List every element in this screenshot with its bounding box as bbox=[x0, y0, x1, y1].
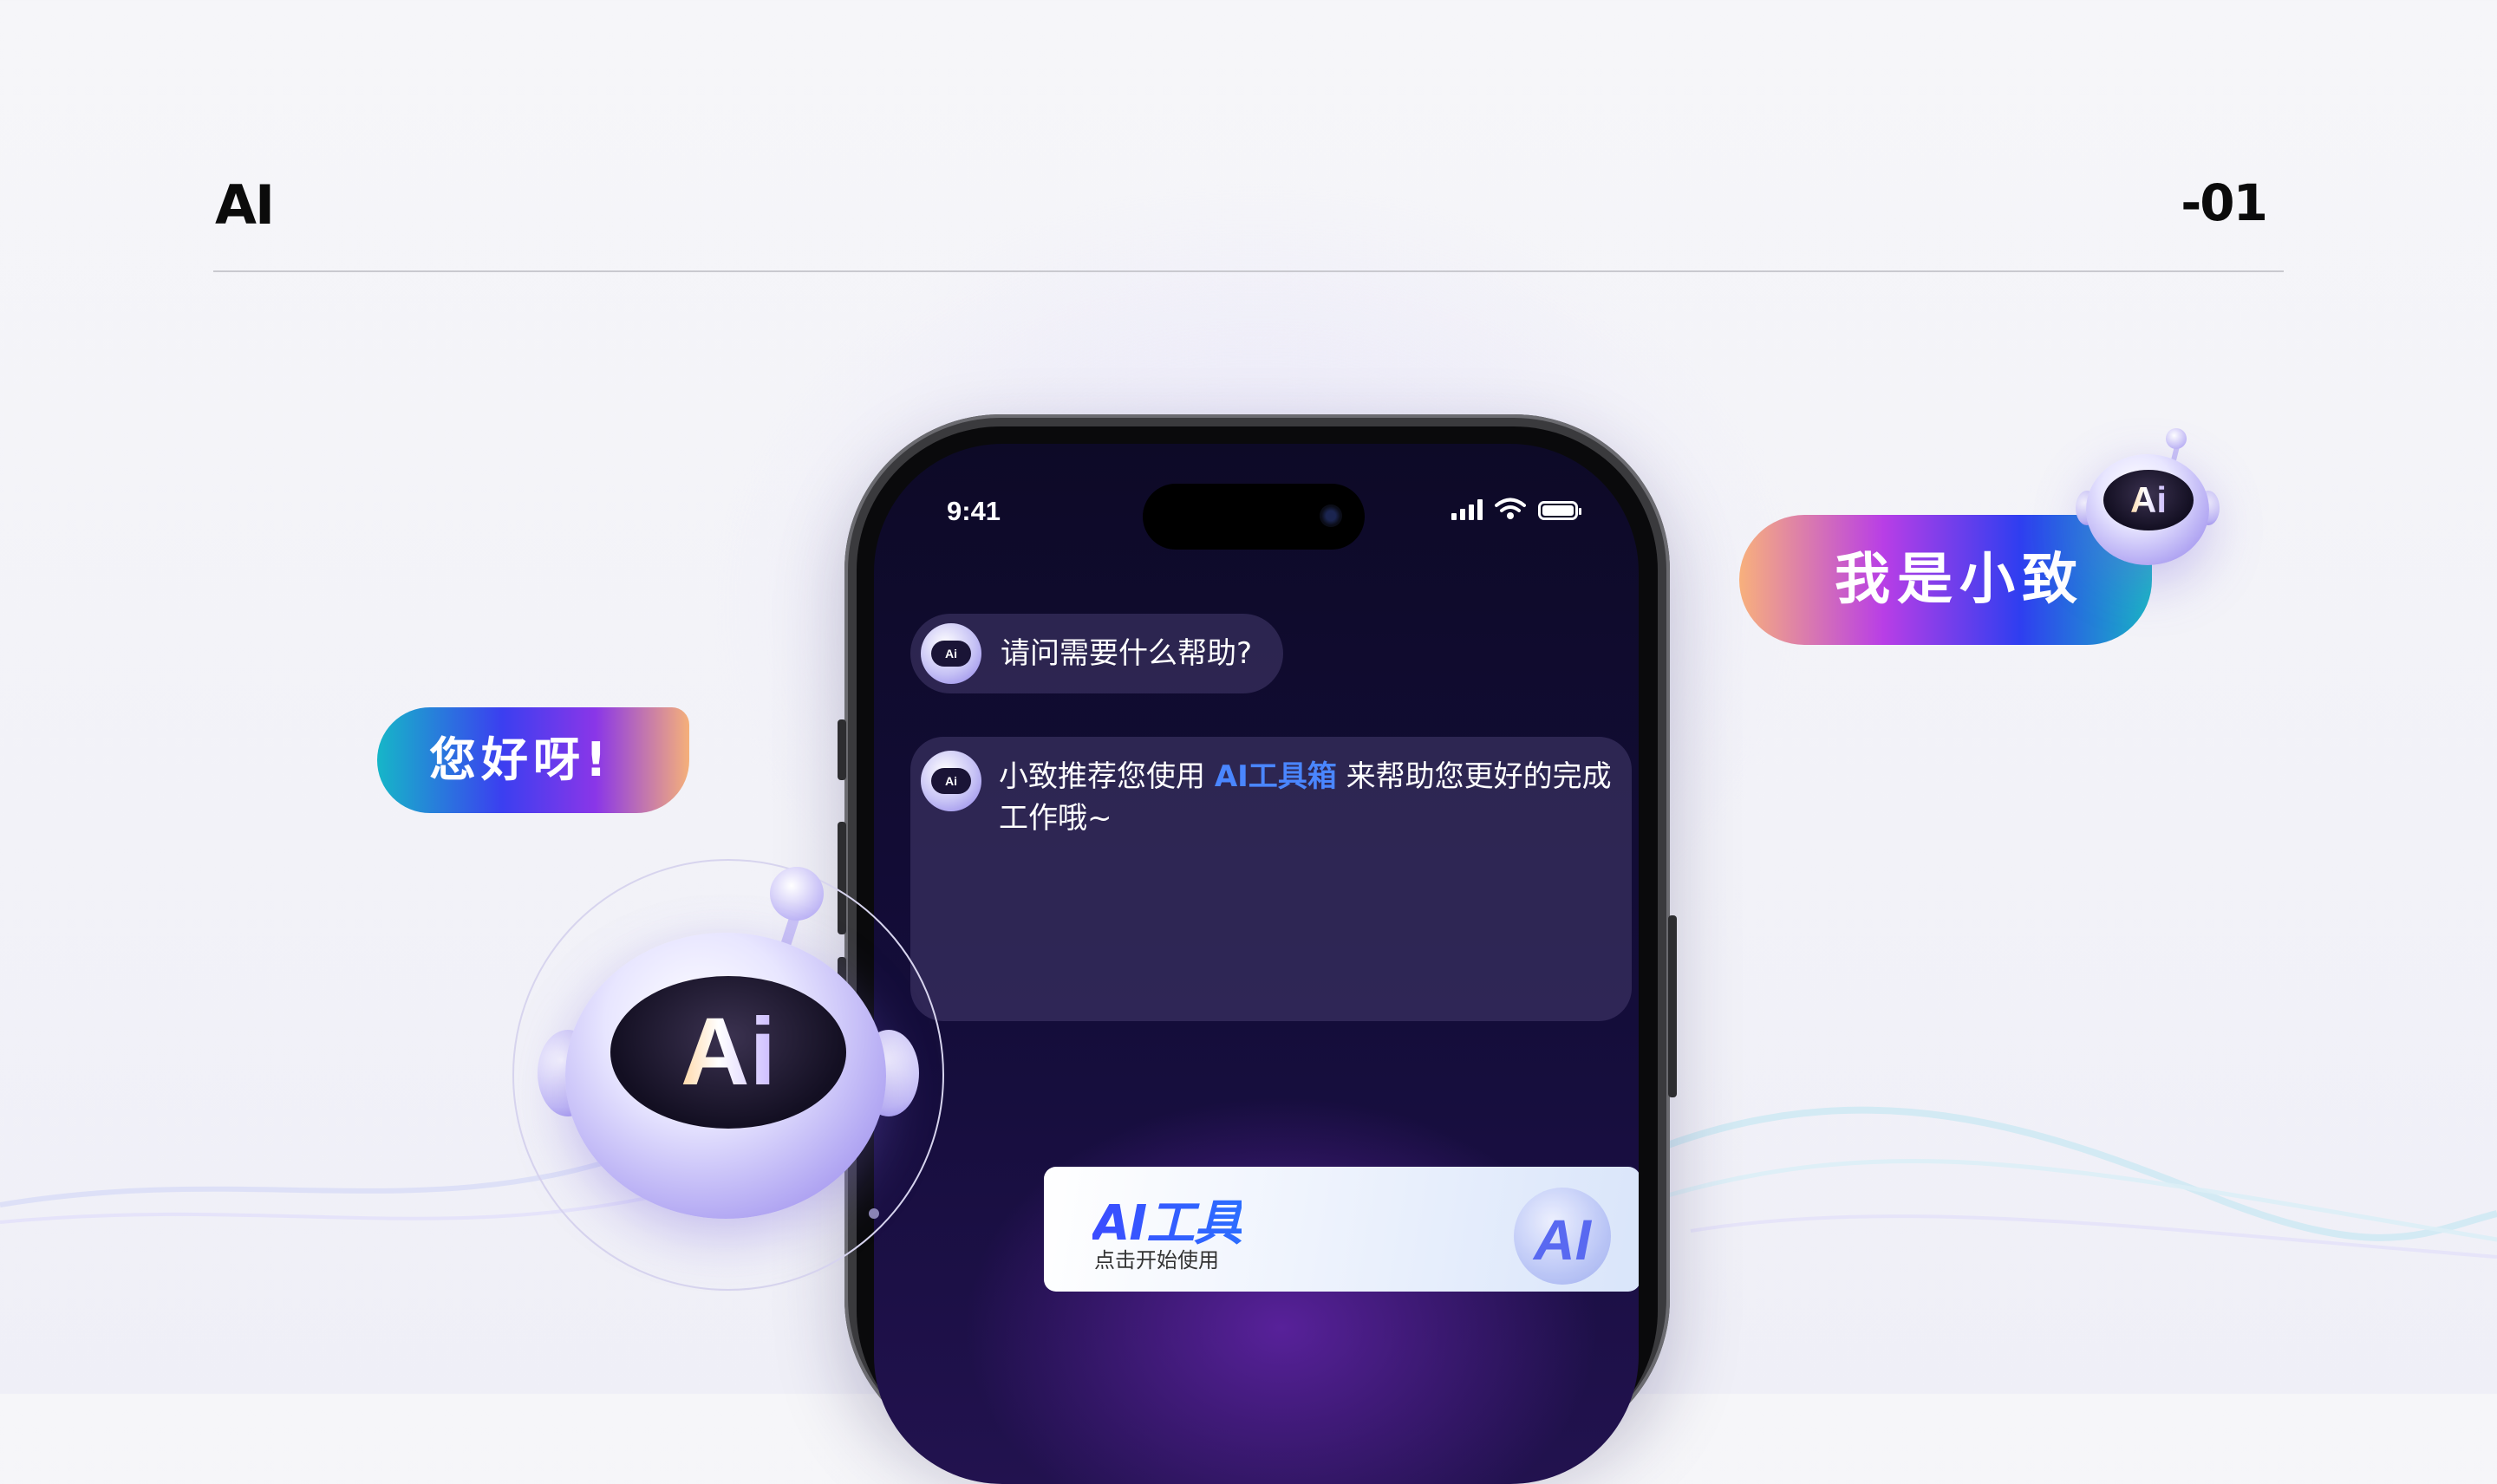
dynamic-island bbox=[1143, 484, 1365, 550]
ai-badge-icon: AI bbox=[1514, 1188, 1611, 1285]
small-robot-mascot: Ai bbox=[2074, 428, 2221, 576]
chat-bubble-question: Ai 请问需要什么帮助? bbox=[910, 614, 1283, 693]
robot-antenna bbox=[770, 867, 824, 921]
wifi-icon bbox=[1495, 498, 1526, 519]
ai-toolbox-link[interactable]: AI工具箱 bbox=[1215, 759, 1337, 794]
signal-icon bbox=[1451, 498, 1483, 520]
battery-icon bbox=[1538, 501, 1581, 520]
ai-tool-card[interactable]: AI工具 点击开始使用 AI bbox=[1044, 1167, 1639, 1292]
chat-message-question: 请问需要什么帮助? bbox=[1001, 636, 1253, 671]
phone-action-button bbox=[838, 719, 846, 780]
chat-bubble-recommendation: Ai 小致推荐您使用 AI工具箱 来帮助您更好的完成工作哦~ AI工具 点击开始… bbox=[910, 737, 1639, 1292]
robot-visor: Ai bbox=[610, 976, 846, 1129]
assistant-avatar: Ai bbox=[921, 751, 981, 811]
phone-screen: 9:41 Ai 请问需要什么帮助? Ai 小致推荐您使用 AI工具箱 来帮助您更… bbox=[874, 444, 1639, 1484]
chat-message-recommendation: 小致推荐您使用 AI工具箱 来帮助您更好的完成工作哦~ bbox=[999, 759, 1612, 836]
phone-power-button bbox=[1668, 915, 1677, 1097]
large-robot-mascot: Ai bbox=[538, 867, 919, 1231]
camera-icon bbox=[1320, 504, 1342, 527]
assistant-avatar: Ai bbox=[921, 623, 981, 684]
status-time: 9:41 bbox=[947, 496, 1001, 526]
greeting-bubble: 您好呀! bbox=[377, 707, 689, 813]
tool-card-subtitle: 点击开始使用 bbox=[1094, 1248, 1219, 1272]
status-icons bbox=[1451, 498, 1581, 520]
